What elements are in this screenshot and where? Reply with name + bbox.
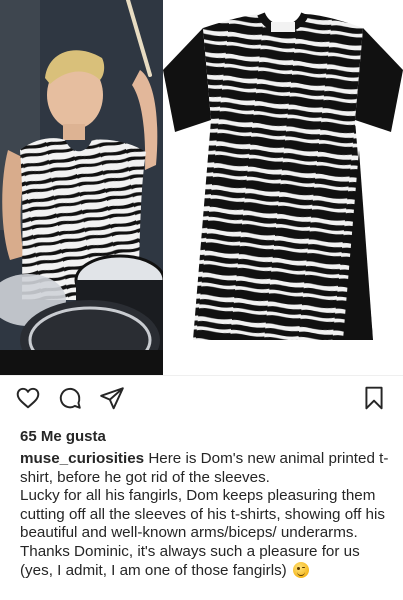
post-caption: muse_curiosities Here is Dom's new anima… xyxy=(20,450,392,580)
drummer-photo xyxy=(0,0,163,375)
heart-icon xyxy=(16,387,40,409)
caption-first-paragraph: muse_curiosities Here is Dom's new anima… xyxy=(20,450,392,487)
bookmark-icon xyxy=(365,386,383,410)
like-count[interactable]: 65 Me gusta xyxy=(20,428,106,445)
username-link[interactable]: muse_curiosities xyxy=(20,450,144,467)
share-button[interactable] xyxy=(96,382,128,414)
winking-face-emoji-icon xyxy=(292,561,309,578)
share-icon xyxy=(100,387,124,410)
comment-icon xyxy=(59,387,81,409)
tshirt-product-photo xyxy=(163,0,403,375)
like-button[interactable] xyxy=(12,382,44,414)
caption-paragraph: Lucky for all his fangirls, Dom keeps pl… xyxy=(20,487,385,542)
post-action-bar xyxy=(0,382,403,418)
post-image[interactable] xyxy=(0,0,403,375)
caption-closing-text: Thanks Dominic, it's always such a pleas… xyxy=(20,542,360,579)
caption-closing-paragraph: Thanks Dominic, it's always such a pleas… xyxy=(20,543,392,580)
comment-button[interactable] xyxy=(54,382,86,414)
image-divider xyxy=(0,375,403,376)
save-button[interactable] xyxy=(358,382,390,414)
